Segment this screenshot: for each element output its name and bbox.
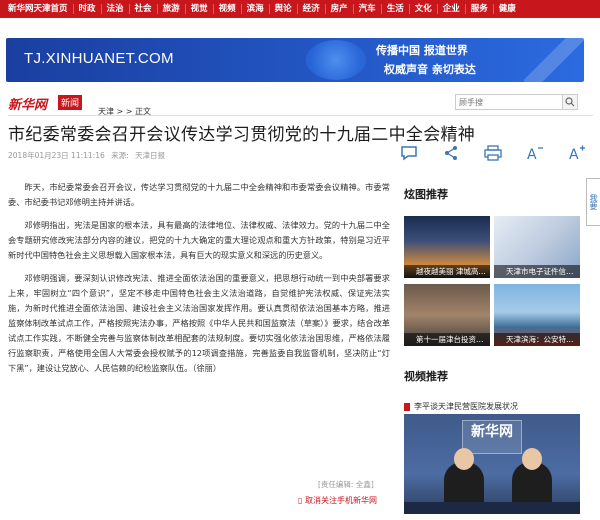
nav-item-law[interactable]: 法治 [102, 4, 130, 14]
xinhua-logo[interactable]: 新华网 [8, 94, 47, 113]
article-datetime: 2018年01月23日 11:11:16 [8, 151, 105, 160]
comment-icon [401, 146, 417, 161]
video-thumbnail[interactable]: 新华网 [404, 414, 580, 514]
top-nav: 新华网天津首页 时政 法治 社会 旅游 视觉 视频 滨海 舆论 经济 房产 汽车… [0, 0, 600, 18]
photo-section-title: 炫图推荐 [404, 188, 448, 201]
nav-item-travel[interactable]: 旅游 [158, 4, 186, 14]
unfollow-mobile-link[interactable]: ▯ 取消关注手机新华网 [298, 495, 377, 506]
font-decrease-button[interactable]: A [524, 144, 546, 162]
article-meta: 2018年01月23日 11:11:16 来源: 天津日报 [8, 150, 169, 161]
nav-item-life[interactable]: 生活 [382, 4, 410, 14]
photo-card[interactable]: 第十一届津台投资… [404, 284, 490, 346]
nav-item-service[interactable]: 服务 [466, 4, 494, 14]
nav-item-auto[interactable]: 汽车 [354, 4, 382, 14]
article-toolbar: A A [398, 144, 588, 162]
search-icon [565, 97, 575, 107]
comment-button[interactable] [398, 144, 420, 162]
logo-row: 新华网 新闻 天津 > > 正文 [0, 92, 600, 116]
source-label: 来源: [111, 151, 129, 160]
photo-card[interactable]: 越夜越美丽 津城高… [404, 216, 490, 278]
banner[interactable]: TJ.XINHUANET.COM 传播中国 报道世界 权威声音 亲切表达 [6, 38, 584, 82]
nav-item-realestate[interactable]: 房产 [326, 4, 354, 14]
photo-caption: 第十一届津台投资… [404, 333, 490, 346]
banner-slogan-line2: 权威声音 亲切表达 [384, 63, 476, 76]
article-paragraph: 邓修明强调，要深刻认识修改宪法、推进全面依法治国的重要意义，把思想行动统一到中央… [8, 273, 390, 373]
nav-item-binhai[interactable]: 滨海 [242, 4, 270, 14]
photo-caption: 天津滨海：公安特… [494, 333, 580, 346]
nav-item-health[interactable]: 健康 [494, 4, 521, 14]
banner-slogan-line1: 传播中国 报道世界 [376, 44, 468, 57]
font-decrease-icon: A [527, 147, 543, 161]
article-body: 昨天，市纪委常委会召开会议，传达学习贯彻党的十九届二中全会精神和市委常委会议精神… [8, 180, 390, 384]
search-input[interactable] [455, 94, 563, 110]
banner-area: TJ.XINHUANET.COM 传播中国 报道世界 权威声音 亲切表达 [0, 18, 600, 82]
video-headline[interactable]: 李平谈天津民营医院发展状况 [404, 401, 518, 412]
svg-text:A: A [527, 147, 537, 161]
banner-globe-graphic [306, 40, 366, 80]
video-marker-icon [404, 402, 410, 411]
search-button[interactable] [562, 94, 578, 110]
video-section-title: 视频推荐 [404, 370, 448, 383]
photo-caption: 天津市电子证件信… [494, 265, 580, 278]
share-button[interactable] [440, 144, 462, 162]
nav-item-visual[interactable]: 视觉 [186, 4, 214, 14]
nav-item-enterprise[interactable]: 企业 [438, 4, 466, 14]
print-icon [484, 145, 502, 161]
video-headline-text: 李平谈天津民营医院发展状况 [414, 402, 518, 411]
print-button[interactable] [482, 144, 504, 162]
article-title: 市纪委常委会召开会议传达学习贯彻党的十九届二中全会精神 [8, 125, 476, 145]
side-rail-tab[interactable]: 我要 [586, 178, 600, 226]
article-paragraph: 邓修明指出，宪法是国家的根本法，具有最高的法律地位、法律权威、法律效力。党的十九… [8, 220, 390, 260]
nav-item-society[interactable]: 社会 [130, 4, 158, 14]
nav-item-opinion[interactable]: 舆论 [270, 4, 298, 14]
nav-item-video[interactable]: 视频 [214, 4, 242, 14]
nav-item-economy[interactable]: 经济 [298, 4, 326, 14]
share-icon [445, 146, 457, 160]
banner-decoration [524, 38, 584, 82]
font-increase-icon: A [569, 145, 585, 161]
photo-card[interactable]: 天津滨海：公安特… [494, 284, 580, 346]
video-channel-logo: 新华网 [462, 420, 522, 454]
nav-item-culture[interactable]: 文化 [410, 4, 438, 14]
svg-text:A: A [569, 147, 579, 161]
article-source: 天津日报 [135, 151, 166, 160]
mobile-icon: ▯ [298, 496, 305, 505]
banner-site-name: TJ.XINHUANET.COM [24, 50, 174, 67]
photo-card[interactable]: 天津市电子证件信… [494, 216, 580, 278]
unfollow-mobile-label: 取消关注手机新华网 [304, 496, 377, 505]
video-desk [404, 502, 580, 514]
nav-item-politics[interactable]: 时政 [74, 4, 102, 14]
font-increase-button[interactable]: A [566, 144, 588, 162]
news-badge[interactable]: 新闻 [58, 95, 83, 110]
nav-item-home[interactable]: 新华网天津首页 [3, 4, 74, 14]
photo-caption: 越夜越美丽 津城高… [404, 265, 490, 278]
article-paragraph: 昨天，市纪委常委会召开会议，传达学习贯彻党的十九届二中全会精神和市委常委会议精神… [8, 182, 390, 207]
responsible-editor: [责任编辑: 全鑫] [318, 480, 374, 489]
header-divider [8, 115, 593, 116]
